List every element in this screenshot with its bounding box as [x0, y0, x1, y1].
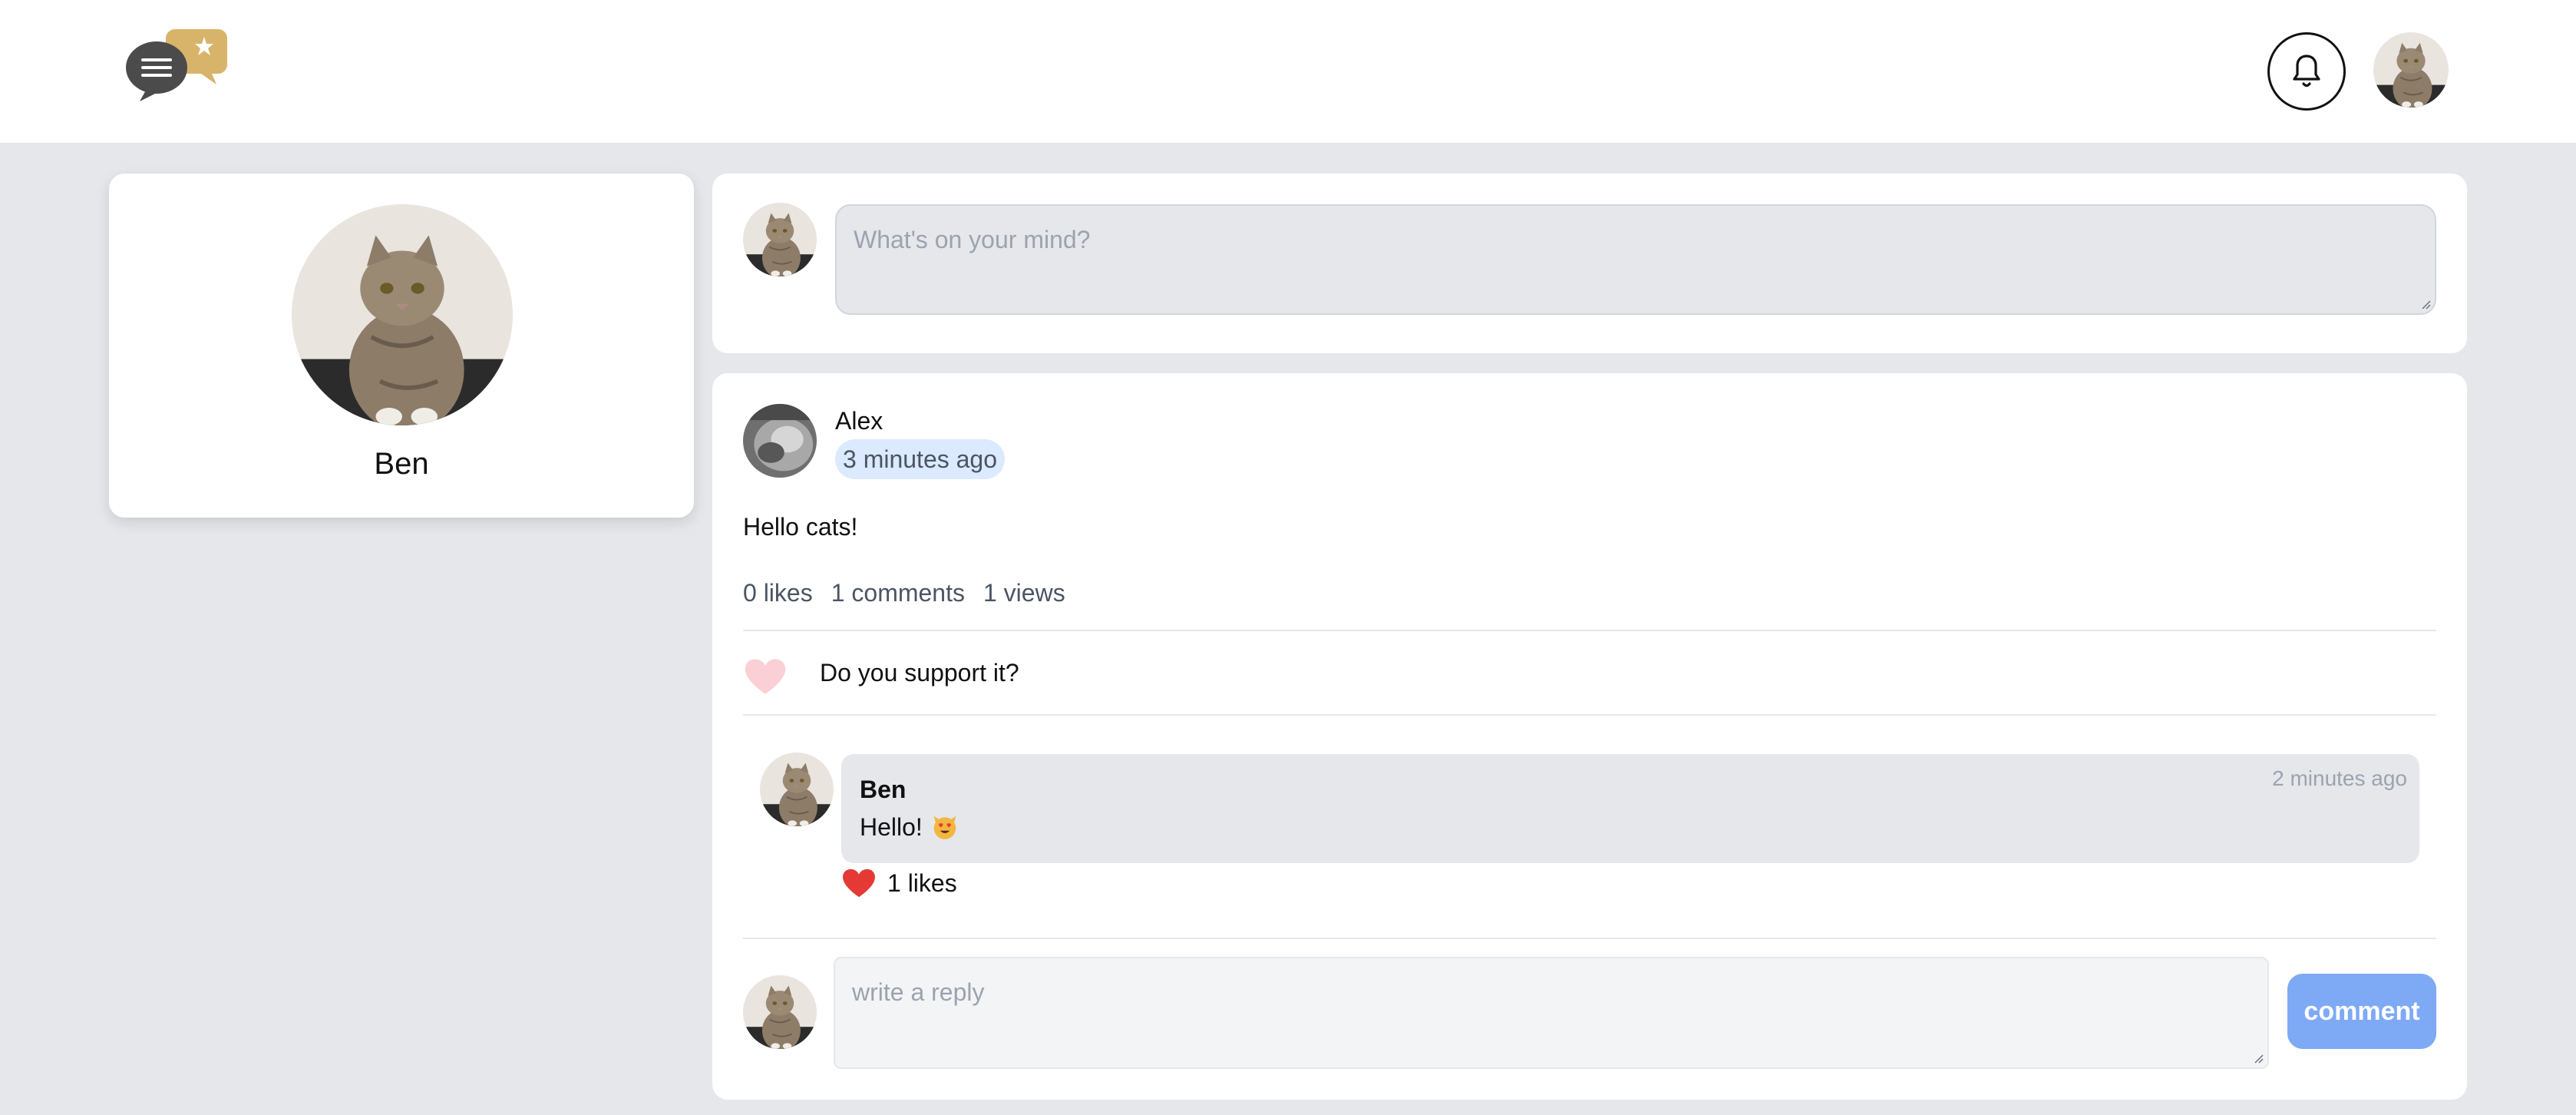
chat-bubbles-star-logo[interactable]	[126, 28, 229, 104]
comments-count[interactable]: 1 comments	[831, 579, 965, 607]
comment-button[interactable]: comment	[2287, 974, 2436, 1049]
resize-grip-icon[interactable]	[2419, 298, 2432, 310]
comment-time: 2 minutes ago	[2272, 766, 2407, 790]
likes-count: 0 likes	[743, 579, 813, 607]
user-avatar[interactable]	[2373, 32, 2449, 108]
divider	[743, 714, 2436, 716]
reply-avatar	[743, 975, 817, 1049]
comment-like[interactable]: 1 likes	[841, 868, 957, 898]
comment-author[interactable]: Ben	[860, 776, 906, 804]
notifications-button[interactable]	[2267, 32, 2346, 111]
post-composer: What's on your mind?	[712, 174, 2467, 353]
comment-text: Hello!	[860, 812, 959, 842]
comment-text-value: Hello!	[860, 812, 923, 841]
poll-question: Do you support it?	[820, 659, 1019, 687]
like-heart-icon[interactable]	[743, 657, 788, 696]
post-card: Alex 3 minutes ago Hello cats! 0 likes 1…	[712, 373, 2467, 1100]
profile-name[interactable]: Ben	[109, 447, 694, 481]
resize-grip-icon[interactable]	[2252, 1052, 2264, 1064]
comment-bubble: Ben 2 minutes ago Hello!	[841, 754, 2419, 863]
reply-input[interactable]: write a reply	[834, 957, 2269, 1069]
heart-icon[interactable]	[841, 868, 877, 898]
post-author-name[interactable]: Alex	[835, 407, 883, 435]
post-time-badge: 3 minutes ago	[835, 439, 1006, 479]
post-text: Hello cats!	[743, 513, 858, 541]
bell-icon	[2293, 55, 2320, 88]
divider	[743, 938, 2436, 939]
profile-card: Ben	[109, 174, 694, 518]
comment-avatar[interactable]	[760, 753, 834, 826]
composer-avatar	[743, 203, 817, 276]
post-stats: 0 likes 1 comments 1 views	[743, 579, 1065, 607]
profile-avatar[interactable]	[292, 204, 513, 425]
comment-likes-count: 1 likes	[887, 869, 957, 897]
post-author-avatar[interactable]	[743, 404, 817, 478]
views-count: 1 views	[983, 579, 1065, 607]
post-input[interactable]: What's on your mind?	[835, 204, 2436, 315]
top-navbar	[0, 0, 2576, 143]
divider	[743, 630, 2436, 631]
heart-eyes-cat-emoji-icon	[930, 812, 959, 842]
